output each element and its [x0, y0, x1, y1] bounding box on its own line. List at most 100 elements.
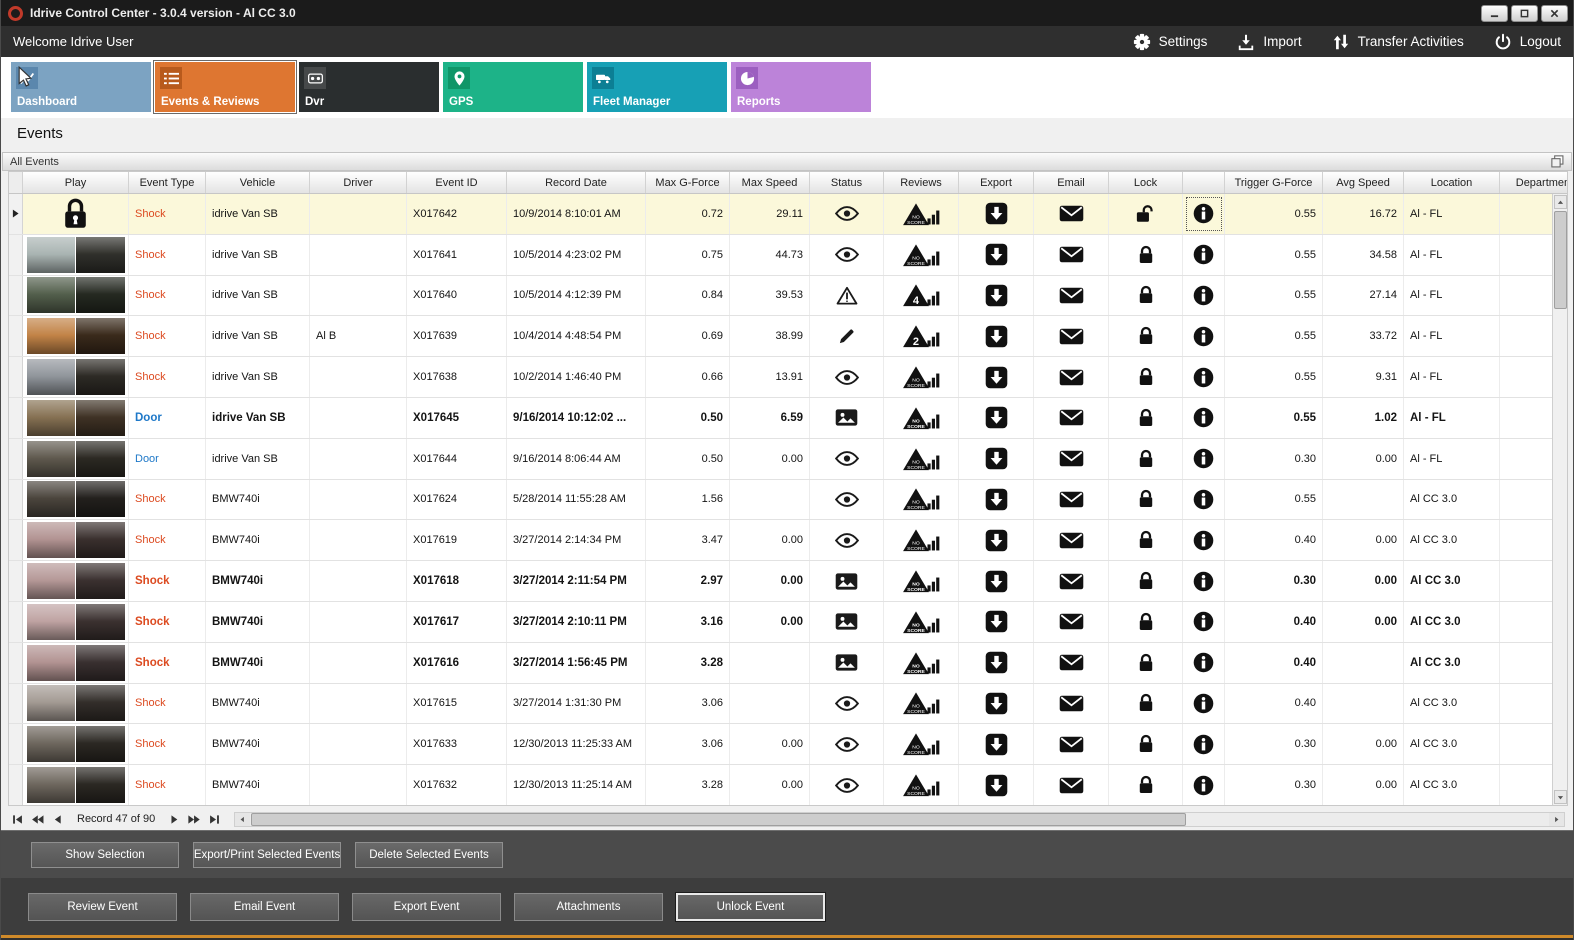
cell-lock[interactable] — [1109, 194, 1183, 234]
cell-email[interactable] — [1034, 561, 1109, 601]
cell-export[interactable] — [959, 601, 1034, 642]
cell-reviews[interactable]: 4 — [884, 275, 959, 316]
cell-reviews[interactable]: NO SCORE — [884, 234, 959, 275]
cell-reviews[interactable]: NO SCORE — [884, 357, 959, 397]
logout-menu-item[interactable]: Logout — [1494, 33, 1561, 51]
tab-gps[interactable]: GPS — [443, 62, 583, 112]
cell-info[interactable] — [1183, 316, 1225, 357]
column-header-max_speed[interactable]: Max Speed — [730, 172, 810, 193]
cell-play[interactable] — [23, 438, 129, 479]
cell-play[interactable] — [23, 765, 129, 805]
column-header-event_id[interactable]: Event ID — [407, 172, 507, 193]
cell-lock[interactable] — [1109, 724, 1183, 765]
cell-export[interactable] — [959, 561, 1034, 601]
cell-export[interactable] — [959, 316, 1034, 357]
cell-lock[interactable] — [1109, 642, 1183, 683]
maximize-button[interactable] — [1511, 4, 1538, 22]
event-row[interactable]: Shock BMW740i X017616 3/27/2014 1:56:45 PM 3… — [9, 642, 1567, 684]
close-button[interactable] — [1541, 4, 1568, 22]
cell-lock[interactable] — [1109, 357, 1183, 397]
cell-reviews[interactable]: NO SCORE — [884, 765, 959, 805]
cell-info[interactable] — [1183, 520, 1225, 561]
cell-lock[interactable] — [1109, 438, 1183, 479]
show-selection-button[interactable]: Show Selection — [31, 841, 179, 868]
hscrollbar-track[interactable] — [250, 812, 1549, 826]
cell-email[interactable] — [1034, 357, 1109, 397]
event-row[interactable]: Shock idrive Van SB X017638 10/2/2014 1:46:… — [9, 357, 1567, 398]
settings-menu-item[interactable]: Settings — [1133, 33, 1207, 51]
cell-info[interactable] — [1183, 683, 1225, 724]
cell-reviews[interactable]: NO SCORE — [884, 642, 959, 683]
vertical-scrollbar[interactable] — [1552, 194, 1567, 805]
cell-lock[interactable] — [1109, 479, 1183, 520]
scroll-right-button[interactable] — [1549, 812, 1564, 826]
cell-export[interactable] — [959, 520, 1034, 561]
cell-export[interactable] — [959, 234, 1034, 275]
cell-lock[interactable] — [1109, 765, 1183, 805]
cell-lock[interactable] — [1109, 520, 1183, 561]
cell-play[interactable] — [23, 357, 129, 397]
column-header-export[interactable]: Export — [959, 172, 1034, 193]
cell-email[interactable] — [1034, 642, 1109, 683]
cell-info[interactable] — [1183, 234, 1225, 275]
cell-export[interactable] — [959, 724, 1034, 765]
review-event-button[interactable]: Review Event — [28, 892, 177, 921]
column-header-event_type[interactable]: Event Type — [129, 172, 206, 193]
event-row[interactable]: Shock idrive Van SB X017640 10/5/2014 4:12:… — [9, 275, 1567, 317]
event-row[interactable]: Shock BMW740i X017633 12/30/2013 11:25:33 A… — [9, 724, 1567, 766]
cell-email[interactable] — [1034, 234, 1109, 275]
tab-dashboard[interactable]: Dashboard — [11, 62, 151, 112]
cell-reviews[interactable]: NO SCORE — [884, 683, 959, 724]
column-header-play[interactable]: Play — [23, 172, 129, 193]
cell-reviews[interactable]: NO SCORE — [884, 438, 959, 479]
column-header-email[interactable]: Email — [1034, 172, 1109, 193]
event-row[interactable]: Shock idrive Van SB X017642 10/9/2014 8:10:… — [9, 194, 1567, 235]
column-header-department[interactable]: Department — [1500, 172, 1567, 193]
scroll-down-button[interactable] — [1554, 790, 1567, 804]
export-print-selected-button[interactable]: Export/Print Selected Events — [193, 841, 341, 868]
cell-info[interactable] — [1183, 397, 1225, 438]
column-header-max_g[interactable]: Max G-Force — [646, 172, 730, 193]
cell-play[interactable] — [23, 683, 129, 724]
cell-play[interactable] — [23, 561, 129, 601]
cell-play[interactable] — [23, 397, 129, 438]
cell-play[interactable] — [23, 275, 129, 316]
tab-fleet[interactable]: Fleet Manager — [587, 62, 727, 112]
tab-events[interactable]: Events & Reviews — [153, 60, 297, 114]
delete-selected-button[interactable]: Delete Selected Events — [355, 841, 503, 868]
cell-email[interactable] — [1034, 194, 1109, 234]
cell-play[interactable] — [23, 724, 129, 765]
email-event-button[interactable]: Email Event — [190, 892, 339, 921]
event-row[interactable]: Shock idrive Van SB Al B X017639 10/4/2014 4… — [9, 316, 1567, 358]
minimize-button[interactable] — [1481, 4, 1508, 22]
cell-info[interactable] — [1183, 561, 1225, 601]
cell-lock[interactable] — [1109, 683, 1183, 724]
cell-email[interactable] — [1034, 316, 1109, 357]
cell-reviews[interactable]: NO SCORE — [884, 397, 959, 438]
event-row[interactable]: Shock idrive Van SB X017641 10/5/2014 4:23:… — [9, 234, 1567, 276]
cell-play[interactable] — [23, 642, 129, 683]
unlock-event-button[interactable]: Unlock Event — [676, 892, 825, 921]
cell-email[interactable] — [1034, 479, 1109, 520]
cell-reviews[interactable]: NO SCORE — [884, 561, 959, 601]
cell-info[interactable] — [1183, 194, 1225, 234]
cell-lock[interactable] — [1109, 561, 1183, 601]
cell-export[interactable] — [959, 357, 1034, 397]
cell-lock[interactable] — [1109, 316, 1183, 357]
column-header-status[interactable]: Status — [810, 172, 884, 193]
cell-info[interactable] — [1183, 275, 1225, 316]
event-row[interactable]: Shock BMW740i X017632 12/30/2013 11:25:14 A… — [9, 765, 1567, 805]
cell-email[interactable] — [1034, 724, 1109, 765]
column-header-avg_speed[interactable]: Avg Speed — [1323, 172, 1404, 193]
cell-email[interactable] — [1034, 438, 1109, 479]
cell-reviews[interactable]: 2 — [884, 316, 959, 357]
cell-lock[interactable] — [1109, 275, 1183, 316]
cell-export[interactable] — [959, 683, 1034, 724]
column-header-location[interactable]: Location — [1404, 172, 1500, 193]
cell-export[interactable] — [959, 397, 1034, 438]
attachments-button[interactable]: Attachments — [514, 892, 663, 921]
cell-email[interactable] — [1034, 397, 1109, 438]
cell-email[interactable] — [1034, 683, 1109, 724]
cell-email[interactable] — [1034, 601, 1109, 642]
tab-dvr[interactable]: Dvr — [299, 62, 439, 112]
